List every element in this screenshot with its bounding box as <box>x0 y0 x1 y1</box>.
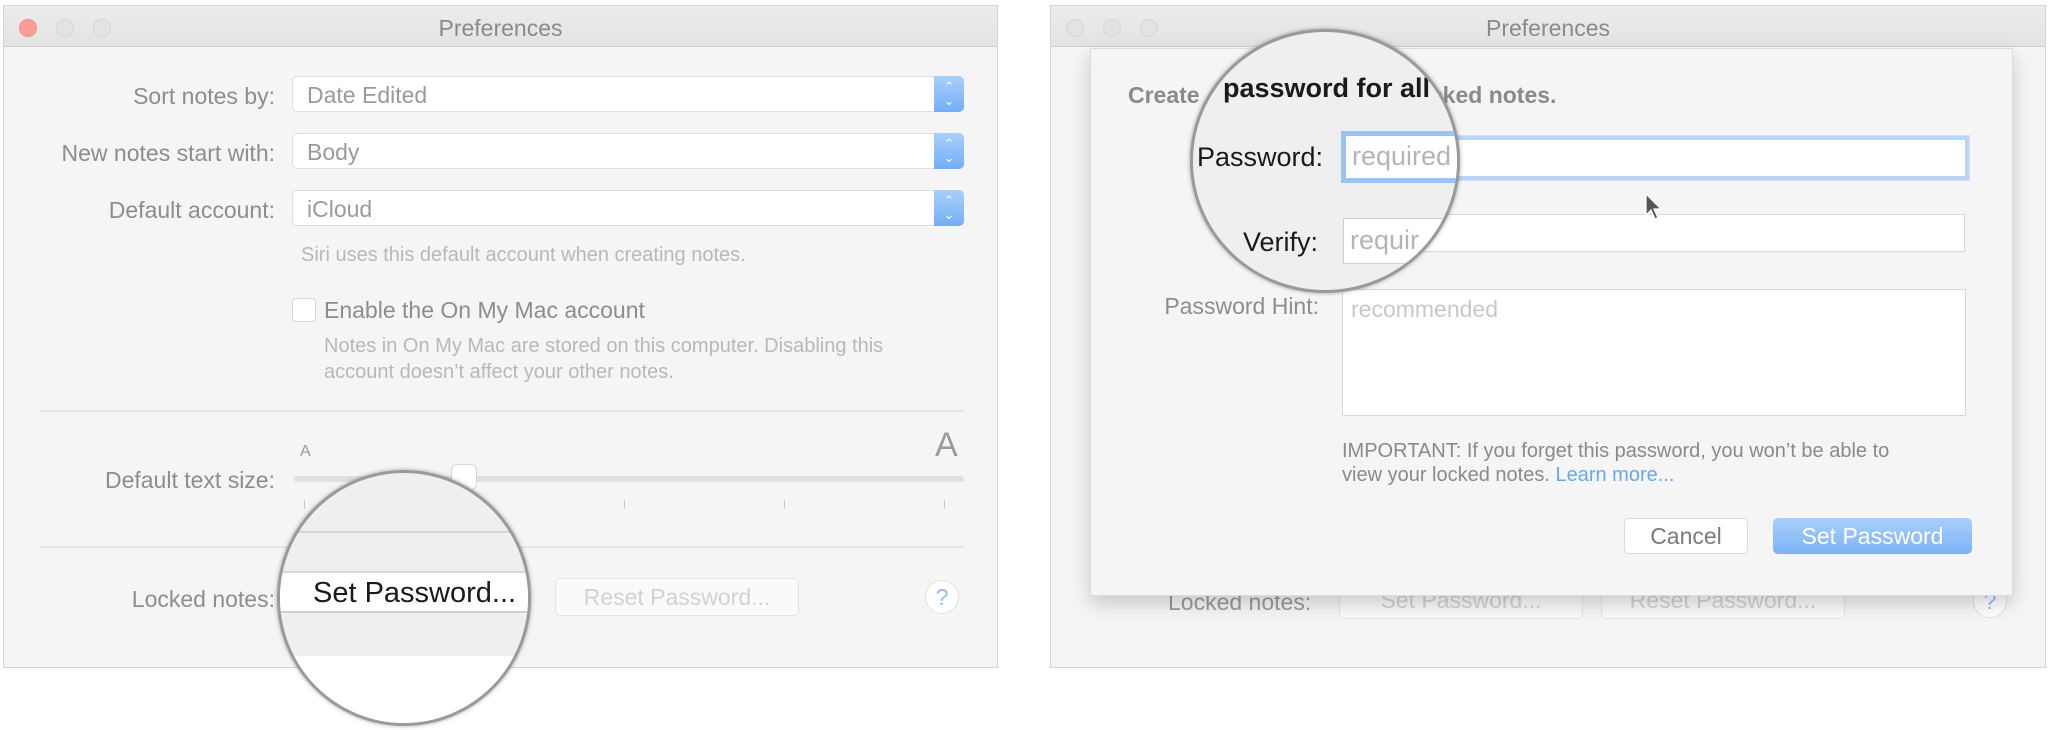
learn-more-link[interactable]: Learn more... <box>1555 464 1674 486</box>
separator <box>40 410 964 412</box>
verify-placeholder-magnified: requir <box>1350 225 1420 255</box>
hint-field[interactable]: recommended <box>1342 289 1966 416</box>
new-notes-label: New notes start with: <box>61 140 275 166</box>
password-field-magnified[interactable]: required <box>1341 131 1457 183</box>
mouse-cursor-icon <box>1645 193 1663 220</box>
important-line-1: IMPORTANT: If you forget this password, … <box>1342 440 1890 462</box>
chevron-up-down-icon: ⌃ ⌄ <box>934 76 964 112</box>
slider-tick <box>784 500 785 509</box>
set-password-button[interactable]: Set Password... <box>280 571 528 613</box>
magnifier-password: password for all Password: required Veri… <box>1190 29 1460 293</box>
reset-password-button[interactable]: Reset Password... <box>555 578 799 616</box>
verify-label: Verify: <box>1243 227 1319 257</box>
verify-field-magnified[interactable]: requir <box>1343 218 1457 264</box>
sort-notes-popup[interactable]: Date Edited ⌃ ⌄ <box>292 76 964 112</box>
default-account-label: Default account: <box>108 197 275 223</box>
on-my-mac-note-2: account doesn’t affect your other notes. <box>324 361 674 383</box>
slider-tick <box>624 500 625 509</box>
on-my-mac-checkbox[interactable] <box>292 298 316 322</box>
cancel-button[interactable]: Cancel <box>1624 518 1748 554</box>
on-my-mac-note-1: Notes in On My Mac are stored on this co… <box>324 335 884 357</box>
sort-notes-value: Date Edited <box>307 82 428 108</box>
default-account-popup[interactable]: iCloud ⌃ ⌄ <box>292 190 964 226</box>
help-button[interactable]: ? <box>925 580 959 614</box>
sheet-heading-magnified: password for all <box>1223 73 1431 103</box>
title-bar: Preferences <box>4 6 997 47</box>
text-size-small-glyph: A <box>300 443 311 460</box>
chevron-up-down-icon: ⌃ ⌄ <box>934 133 964 169</box>
sort-notes-label: Sort notes by: <box>133 83 275 109</box>
default-account-value: iCloud <box>307 196 373 222</box>
window-title: Preferences <box>1485 15 1610 41</box>
text-size-label: Default text size: <box>104 467 275 493</box>
new-notes-popup[interactable]: Body ⌃ ⌄ <box>292 133 964 169</box>
important-text: IMPORTANT: If you forget this password, … <box>1342 439 1889 487</box>
preferences-window-right: Preferences Locked notes: Set Password..… <box>1050 5 2046 668</box>
password-label: Password: <box>1197 142 1324 172</box>
text-size-large-glyph: A <box>935 426 958 464</box>
password-placeholder-magnified: required <box>1352 141 1452 171</box>
important-line-2: view your locked notes. <box>1342 464 1550 486</box>
set-password-label: Set Password... <box>313 577 517 609</box>
title-bar: Preferences <box>1051 6 2045 47</box>
magnifier-set-password: Set Password... <box>277 470 531 726</box>
on-my-mac-label[interactable]: Enable the On My Mac account <box>324 297 645 324</box>
sheet-heading: Create our locked notes. <box>1128 82 1556 109</box>
hint-label: Password Hint: <box>1164 293 1319 319</box>
default-account-note: Siri uses this default account when crea… <box>301 244 746 266</box>
new-notes-value: Body <box>307 139 360 165</box>
locked-notes-label: Locked notes: <box>131 586 275 612</box>
chevron-up-down-icon: ⌃ ⌄ <box>934 190 964 226</box>
window-title: Preferences <box>438 15 563 41</box>
set-password-confirm-button[interactable]: Set Password <box>1773 518 1972 554</box>
slider-tick <box>944 500 945 509</box>
slider-tick <box>304 500 305 509</box>
hint-placeholder: recommended <box>1351 296 1499 322</box>
sheet-heading-left: Create <box>1128 82 1200 108</box>
